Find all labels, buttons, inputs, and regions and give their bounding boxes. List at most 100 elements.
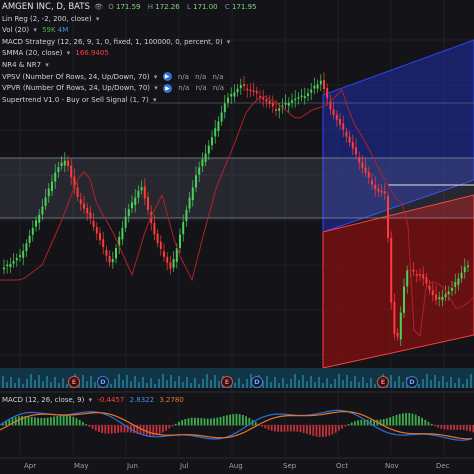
macd-histogram-bar — [168, 425, 171, 429]
candle-body — [9, 263, 12, 268]
indicator-macd-strategy[interactable]: MACD Strategy (12, 26, 9, 1, 0, fixed, 1… — [2, 37, 258, 49]
candle-body — [438, 297, 441, 300]
indicator-linreg[interactable]: Lin Reg (2, -2, 200, close) ▾ — [2, 14, 258, 26]
vpsv-label[interactable]: VPSV (Number Of Rows, 24, Up/Down, 70) — [2, 73, 150, 81]
macd-legend[interactable]: MACD (12, 26, close, 9) ▾ -0.4457 2.8322… — [2, 396, 184, 404]
candle-body — [140, 187, 143, 191]
x-axis-label: Oct — [336, 462, 349, 470]
volume-bar — [442, 376, 444, 388]
macd-histogram-bar — [43, 417, 46, 426]
macd-histogram-bar — [85, 424, 87, 426]
macd-histogram-bar — [331, 425, 334, 435]
macd-histogram-bar — [341, 425, 343, 429]
x-axis-label: Dec — [436, 462, 450, 470]
macd-histogram-bar — [216, 417, 219, 426]
chevron-down-icon[interactable]: ▾ — [67, 49, 71, 57]
vpvr-label[interactable]: VPVR (Number Of Rows, 24, Up/Down, 70) — [2, 84, 150, 92]
volume-bar — [338, 374, 340, 388]
x-axis-label: Aug — [229, 462, 243, 470]
macd-label[interactable]: MACD (12, 26, close, 9) — [2, 396, 84, 404]
macd-histogram-bar — [232, 414, 235, 426]
indicator-supertrend[interactable]: Supertrend V1.0 - Buy or Sell Signal (1,… — [2, 95, 258, 107]
candle-body — [22, 251, 25, 258]
candle-body — [201, 159, 204, 167]
vpvr-value-1: n/a — [178, 84, 190, 93]
chevron-down-icon[interactable]: ▾ — [154, 73, 158, 81]
volume-bar — [38, 375, 40, 388]
candle-body — [166, 256, 169, 263]
dividend-event-icon[interactable]: D — [406, 376, 418, 388]
candle-body — [89, 212, 92, 219]
chevron-down-icon[interactable]: ▾ — [33, 26, 37, 34]
symbol-title[interactable]: AMGEN INC, D, BATS — [2, 2, 90, 12]
macd-histogram-bar — [462, 425, 465, 431]
candle-body — [163, 251, 165, 257]
earnings-event-icon[interactable]: E — [221, 376, 233, 388]
indicator-smma[interactable]: SMMA (20, close) ▾ 166.9405 — [2, 48, 258, 60]
nr-label[interactable]: NR4 & NR7 — [2, 61, 41, 69]
ohlc-close-label: C — [224, 3, 230, 11]
indicator-vpsv[interactable]: VPSV (Number Of Rows, 24, Up/Down, 70) ▾… — [2, 72, 258, 84]
eye-icon[interactable]: 👁 — [94, 3, 103, 11]
dividend-event-icon[interactable]: D — [97, 376, 109, 388]
script-info-icon[interactable]: ▶ — [162, 72, 172, 82]
macd-histogram-bar — [325, 425, 327, 437]
candle-body — [348, 136, 351, 143]
smma-label[interactable]: SMMA (20, close) — [2, 49, 62, 57]
chevron-down-icon[interactable]: ▾ — [227, 38, 231, 46]
chevron-down-icon[interactable]: ▾ — [45, 61, 49, 69]
indicator-volume[interactable]: Vol (20) ▾ 59K 4M — [2, 25, 258, 37]
volume-bar — [118, 374, 120, 388]
chevron-down-icon[interactable]: ▾ — [154, 84, 158, 92]
candle-body — [38, 214, 41, 223]
ohlc-close-value: 171.95 — [231, 3, 257, 11]
candle-body — [198, 167, 201, 175]
volume-bar — [246, 379, 248, 388]
linreg-label[interactable]: Lin Reg (2, -2, 200, close) — [2, 15, 92, 23]
volume-bar — [42, 381, 44, 388]
indicator-vpvr[interactable]: VPVR (Number Of Rows, 24, Up/Down, 70) ▾… — [2, 83, 258, 95]
macd-histogram-bar — [434, 425, 436, 427]
volume-label[interactable]: Vol (20) — [2, 26, 29, 34]
macd-histogram-bar — [110, 425, 113, 434]
candle-body — [323, 80, 325, 89]
indicator-nr[interactable]: NR4 & NR7 ▾ — [2, 60, 258, 72]
x-axis-label: Jun — [127, 462, 138, 470]
supertrend-label[interactable]: Supertrend V1.0 - Buy or Sell Signal (1,… — [2, 96, 149, 104]
earnings-event-icon[interactable]: E — [68, 376, 80, 388]
macd-histogram-bar — [347, 424, 350, 426]
candle-body — [377, 189, 380, 192]
macd-histogram-bar — [334, 425, 337, 433]
volume-bar — [286, 384, 288, 388]
chart-window[interactable]: AMGEN INC, D, BATS 👁 O 171.59 H 172.26 L… — [0, 0, 474, 474]
earnings-event-icon[interactable]: E — [377, 376, 389, 388]
chevron-down-icon[interactable]: ▾ — [89, 396, 93, 404]
candle-body — [41, 206, 44, 215]
candle-body — [447, 291, 450, 294]
candle-body — [396, 332, 399, 337]
script-info-icon[interactable]: ▶ — [163, 83, 173, 93]
volume-bar — [342, 380, 344, 388]
macd-histogram-bar — [53, 416, 55, 426]
macd-histogram-bar — [75, 418, 78, 426]
macd-histogram-bar — [306, 425, 308, 434]
candle-body — [6, 264, 9, 267]
chevron-down-icon[interactable]: ▾ — [153, 96, 157, 104]
macd-histogram-bar — [446, 425, 449, 430]
volume-bar — [270, 382, 272, 388]
macd-histogram-bar — [242, 415, 244, 426]
x-axis-label: Jul — [180, 462, 189, 470]
dividend-event-icon[interactable]: D — [251, 376, 263, 388]
macd-histogram-bar — [101, 425, 103, 433]
macd-histogram-bar — [261, 425, 263, 427]
macd-strategy-label[interactable]: MACD Strategy (12, 26, 9, 1, 0, fixed, 1… — [2, 38, 223, 46]
chevron-down-icon[interactable]: ▾ — [96, 15, 100, 23]
volume-bar — [206, 374, 208, 388]
volume-bar — [234, 383, 236, 388]
volume-bar — [194, 378, 196, 388]
volume-bar — [374, 384, 376, 388]
volume-bar — [266, 376, 268, 388]
macd-histogram-bar — [37, 417, 39, 426]
macd-histogram-bar — [11, 418, 14, 426]
macd-histogram-bar — [318, 425, 321, 438]
